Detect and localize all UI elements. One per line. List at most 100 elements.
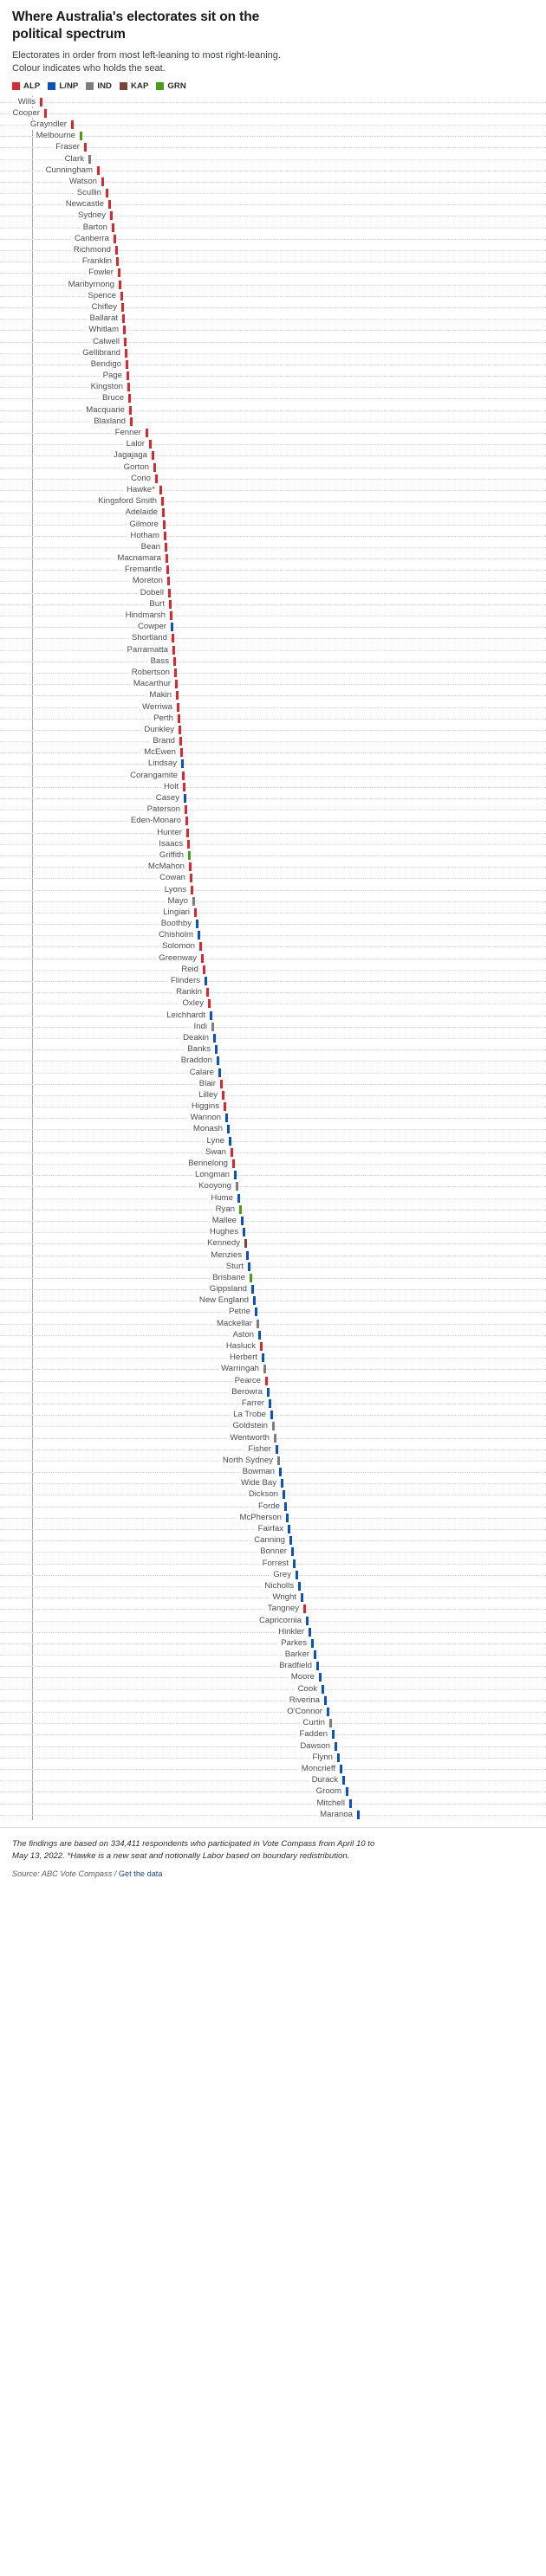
electorate-row[interactable]: McEwen xyxy=(0,747,546,759)
electorate-marker[interactable] xyxy=(146,429,148,438)
electorate-marker[interactable] xyxy=(112,223,114,232)
electorate-marker[interactable] xyxy=(337,1753,340,1762)
electorate-marker[interactable] xyxy=(301,1593,303,1603)
electorate-row[interactable]: Fenner xyxy=(0,427,546,438)
electorate-marker[interactable] xyxy=(182,771,185,780)
electorate-marker[interactable] xyxy=(199,942,202,952)
electorate-marker[interactable] xyxy=(263,1365,266,1374)
electorate-row[interactable]: McPherson xyxy=(0,1512,546,1523)
electorate-row[interactable]: Aston xyxy=(0,1329,546,1340)
electorate-row[interactable]: Forrest xyxy=(0,1558,546,1569)
electorate-marker[interactable] xyxy=(172,645,175,655)
electorate-row[interactable]: Lindsay xyxy=(0,759,546,770)
electorate-marker[interactable] xyxy=(173,656,176,666)
electorate-row[interactable]: Swan xyxy=(0,1146,546,1158)
electorate-marker[interactable] xyxy=(322,1684,324,1694)
electorate-row[interactable]: Durack xyxy=(0,1775,546,1786)
electorate-row[interactable]: Hunter xyxy=(0,827,546,838)
electorate-row[interactable]: Braddon xyxy=(0,1056,546,1067)
electorate-marker[interactable] xyxy=(165,542,167,552)
electorate-row[interactable]: Kennedy xyxy=(0,1238,546,1249)
electorate-row[interactable]: Mitchell xyxy=(0,1798,546,1809)
electorate-marker[interactable] xyxy=(248,1262,250,1271)
electorate-row[interactable]: Solomon xyxy=(0,941,546,952)
electorate-marker[interactable] xyxy=(44,108,47,118)
electorate-row[interactable]: Bass xyxy=(0,655,546,667)
electorate-row[interactable]: New England xyxy=(0,1295,546,1307)
electorate-row[interactable]: Richmond xyxy=(0,244,546,255)
electorate-marker[interactable] xyxy=(243,1228,245,1237)
electorate-row[interactable]: Robertson xyxy=(0,667,546,678)
electorate-marker[interactable] xyxy=(88,154,91,164)
electorate-marker[interactable] xyxy=(176,691,179,700)
electorate-marker[interactable] xyxy=(314,1650,316,1660)
electorate-row[interactable]: Capricornia xyxy=(0,1615,546,1626)
electorate-marker[interactable] xyxy=(187,839,190,849)
electorate-marker[interactable] xyxy=(179,725,181,734)
electorate-row[interactable]: Barton xyxy=(0,222,546,233)
electorate-marker[interactable] xyxy=(241,1216,244,1225)
electorate-row[interactable]: Longman xyxy=(0,1170,546,1181)
electorate-marker[interactable] xyxy=(122,314,125,324)
electorate-marker[interactable] xyxy=(246,1250,249,1260)
electorate-row[interactable]: McMahon xyxy=(0,862,546,873)
electorate-marker[interactable] xyxy=(121,302,124,312)
electorate-row[interactable]: Lalor xyxy=(0,439,546,450)
electorate-row[interactable]: Barker xyxy=(0,1650,546,1661)
electorate-row[interactable]: Deakin xyxy=(0,1032,546,1043)
electorate-row[interactable]: Lyons xyxy=(0,884,546,895)
electorate-marker[interactable] xyxy=(174,668,177,677)
electorate-row[interactable]: Gilmore xyxy=(0,519,546,530)
electorate-row[interactable]: Brand xyxy=(0,736,546,747)
electorate-row[interactable]: Hindmarsh xyxy=(0,610,546,621)
electorate-row[interactable]: Mackellar xyxy=(0,1318,546,1329)
electorate-row[interactable]: Reid xyxy=(0,964,546,975)
electorate-row[interactable]: Maranoa xyxy=(0,1809,546,1820)
electorate-row[interactable]: Berowra xyxy=(0,1386,546,1398)
electorate-marker[interactable] xyxy=(210,1010,212,1020)
electorate-row[interactable]: Griffith xyxy=(0,849,546,861)
electorate-marker[interactable] xyxy=(283,1490,285,1500)
electorate-row[interactable]: Higgins xyxy=(0,1101,546,1113)
electorate-row[interactable]: Newcastle xyxy=(0,199,546,210)
electorate-row[interactable]: Cowan xyxy=(0,873,546,884)
electorate-marker[interactable] xyxy=(265,1376,268,1385)
electorate-marker[interactable] xyxy=(211,1022,214,1031)
electorate-marker[interactable] xyxy=(180,748,183,758)
electorate-row[interactable]: Burt xyxy=(0,598,546,610)
electorate-row[interactable]: North Sydney xyxy=(0,1455,546,1466)
electorate-marker[interactable] xyxy=(293,1559,296,1568)
electorate-row[interactable]: Fairfax xyxy=(0,1523,546,1534)
electorate-row[interactable]: Hawke* xyxy=(0,484,546,495)
electorate-marker[interactable] xyxy=(269,1398,271,1408)
electorate-row[interactable]: Fowler xyxy=(0,268,546,279)
electorate-row[interactable]: Indi xyxy=(0,1021,546,1032)
electorate-row[interactable]: Hughes xyxy=(0,1227,546,1238)
electorate-row[interactable]: Lingiari xyxy=(0,907,546,918)
electorate-row[interactable]: Blair xyxy=(0,1078,546,1089)
electorate-row[interactable]: Herbert xyxy=(0,1353,546,1364)
electorate-marker[interactable] xyxy=(116,257,119,267)
electorate-row[interactable]: Flynn xyxy=(0,1752,546,1763)
electorate-marker[interactable] xyxy=(346,1787,348,1797)
electorate-marker[interactable] xyxy=(225,1114,228,1123)
electorate-marker[interactable] xyxy=(129,405,132,415)
electorate-marker[interactable] xyxy=(277,1456,280,1465)
electorate-row[interactable]: Mallee xyxy=(0,1215,546,1226)
electorate-marker[interactable] xyxy=(222,1090,224,1100)
electorate-marker[interactable] xyxy=(179,737,182,746)
electorate-row[interactable]: Page xyxy=(0,371,546,382)
electorate-row[interactable]: Eden-Monaro xyxy=(0,816,546,827)
electorate-marker[interactable] xyxy=(208,999,211,1009)
electorate-row[interactable]: Melbourne xyxy=(0,131,546,142)
electorate-row[interactable]: Macarthur xyxy=(0,679,546,690)
electorate-marker[interactable] xyxy=(319,1673,322,1682)
get-the-data-link[interactable]: Get the data xyxy=(119,1869,163,1878)
electorate-row[interactable]: Bendigo xyxy=(0,358,546,370)
electorate-row[interactable]: Kingsford Smith xyxy=(0,496,546,507)
electorate-marker[interactable] xyxy=(185,817,188,826)
electorate-row[interactable]: Canberra xyxy=(0,233,546,244)
electorate-marker[interactable] xyxy=(201,953,204,963)
electorate-row[interactable]: Macnamara xyxy=(0,553,546,565)
electorate-marker[interactable] xyxy=(123,326,126,335)
